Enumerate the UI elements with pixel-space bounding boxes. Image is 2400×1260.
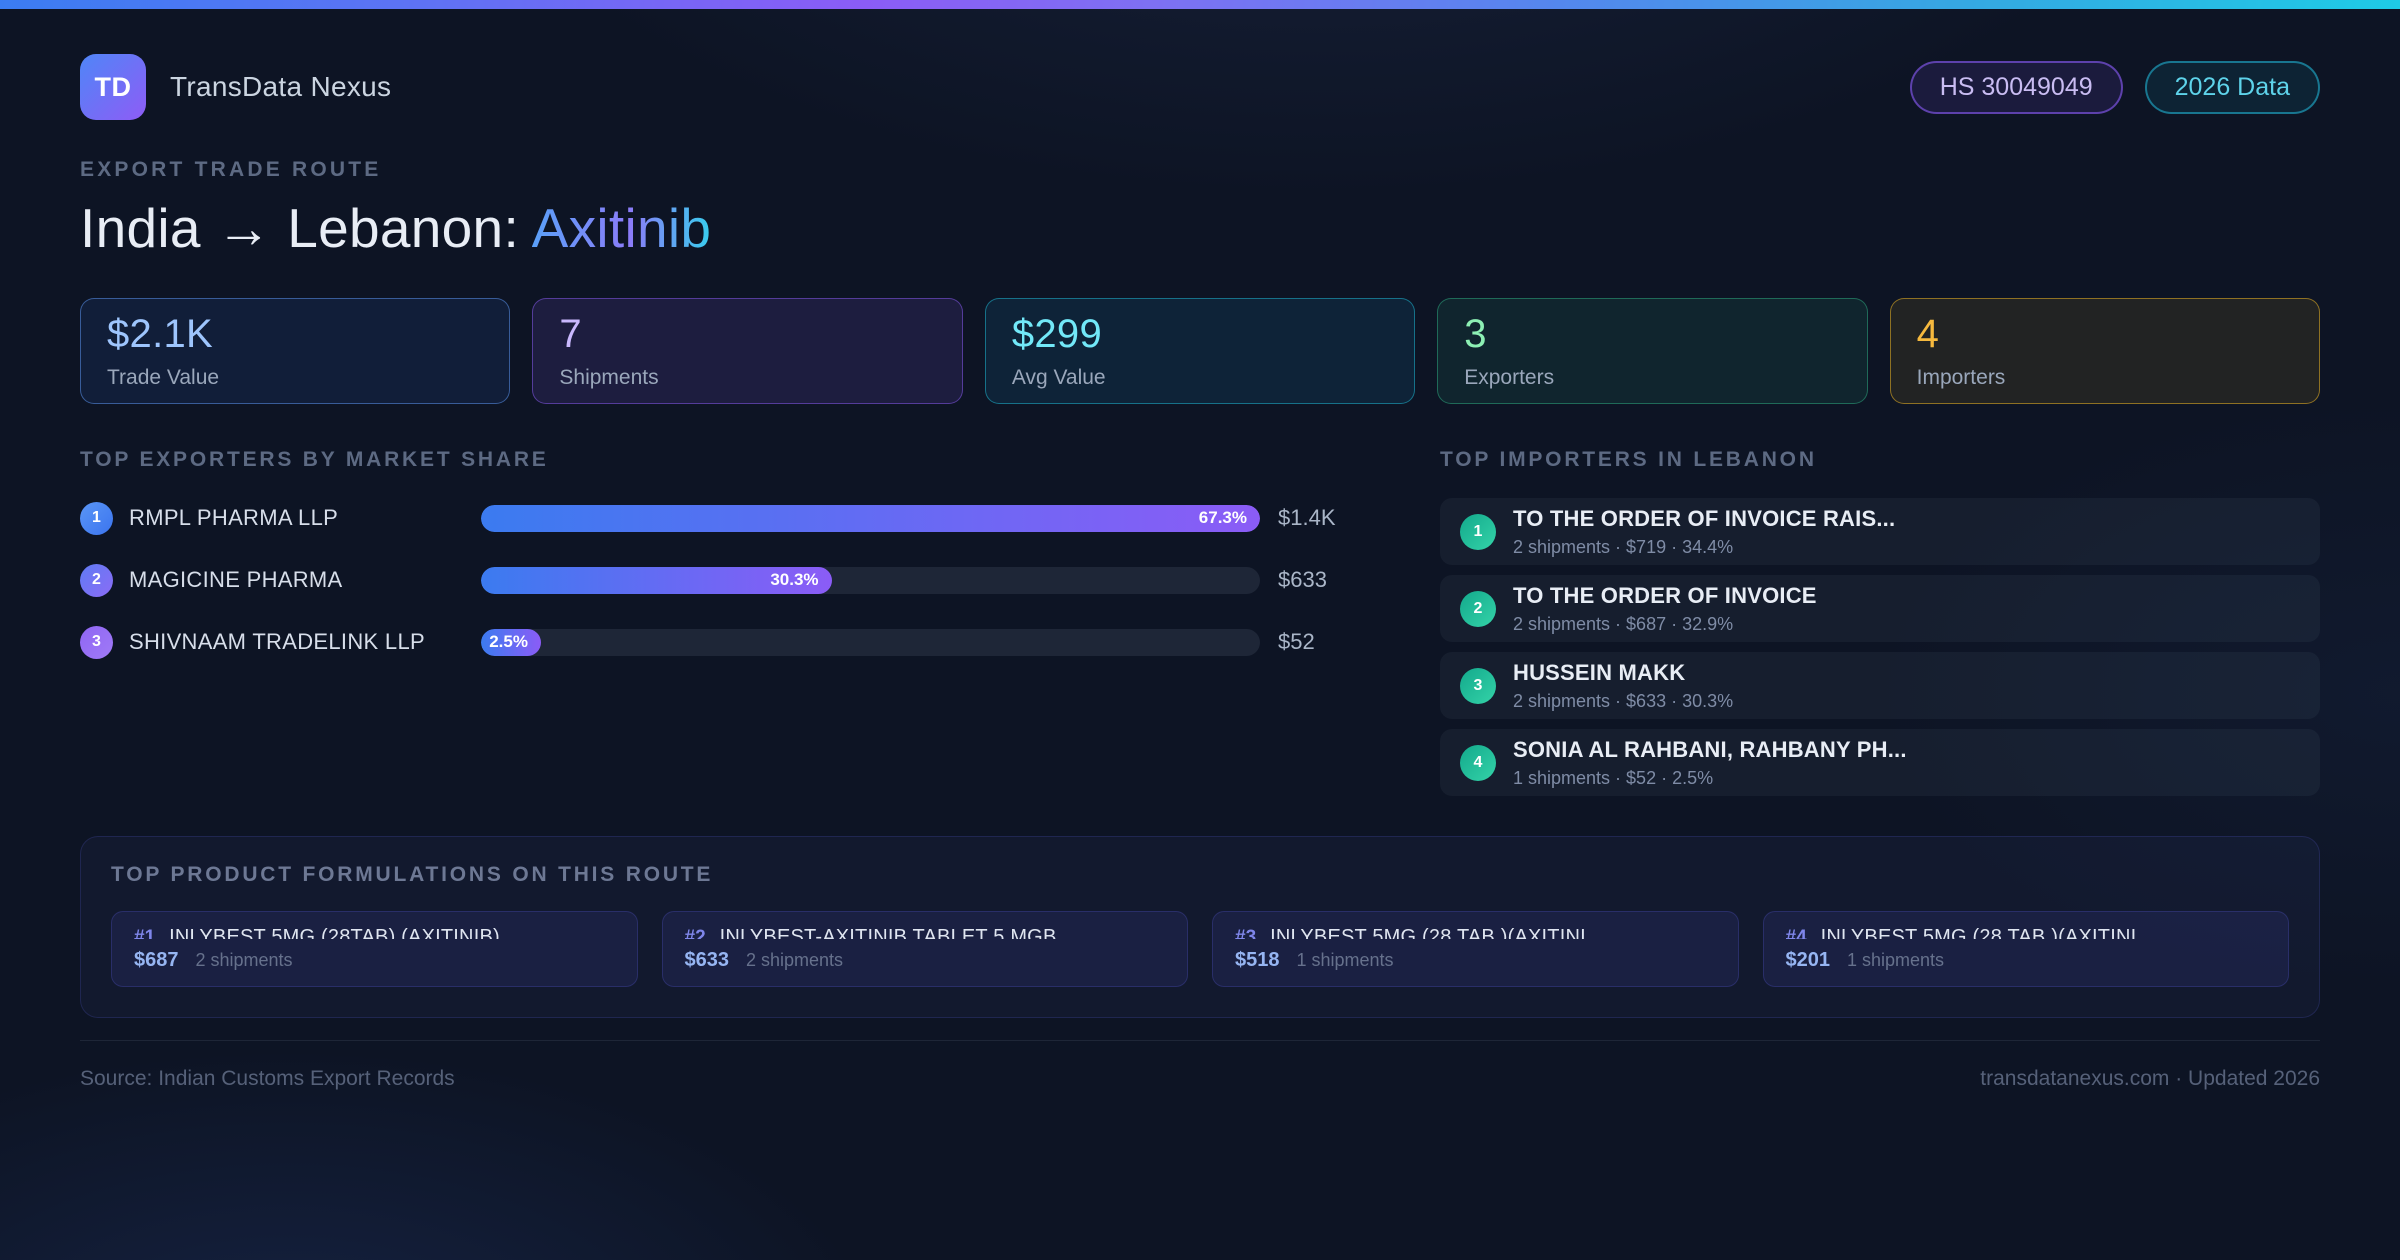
importer-item[interactable]: 3 HUSSEIN MAKK 2 shipments · $633 · 30.3… xyxy=(1440,652,2320,719)
importer-name: TO THE ORDER OF INVOICE xyxy=(1513,582,1817,608)
product-shipments: 1 shipments xyxy=(1847,950,1945,970)
year-badge[interactable]: 2026 Data xyxy=(2144,60,2320,114)
rank-badge: 4 xyxy=(1460,744,1496,781)
market-share-bar-track: 30.3% xyxy=(481,566,1260,594)
product-card[interactable]: #2 INLYBEST-AXITINIB TABLET 5 MGB... $63… xyxy=(661,911,1188,987)
importers-list: 1 TO THE ORDER OF INVOICE RAIS... 2 ship… xyxy=(1440,498,2320,796)
importer-item[interactable]: 1 TO THE ORDER OF INVOICE RAIS... 2 ship… xyxy=(1440,498,2320,565)
product-card[interactable]: #3 INLYBEST 5MG (28 TAB )(AXITINI... $51… xyxy=(1212,911,1739,987)
stat-card-importers: 4 Importers xyxy=(1889,298,2321,404)
rank-badge: 3 xyxy=(1460,667,1496,704)
hs-code-badge[interactable]: HS 30049049 xyxy=(1909,60,2123,114)
stat-value: 4 xyxy=(1916,312,1940,356)
stat-card-trade-value: $2.1K Trade Value xyxy=(80,298,511,404)
app-title: TransData Nexus xyxy=(170,71,392,102)
importer-item[interactable]: 2 TO THE ORDER OF INVOICE 2 shipments · … xyxy=(1440,575,2320,642)
stat-card-exporters: 3 Exporters xyxy=(1437,298,1868,404)
rank-badge: 1 xyxy=(80,501,113,535)
rank-badge: 2 xyxy=(80,563,113,597)
market-share-percent: 30.3% xyxy=(770,570,819,589)
exporter-name: MAGICINE PHARMA xyxy=(129,567,343,592)
market-share-bar-fill: 67.3% xyxy=(481,504,1260,532)
products-heading: TOP PRODUCT FORMULATIONS ON THIS ROUTE xyxy=(111,863,714,886)
exporter-value: $633 xyxy=(1278,567,1327,592)
top-accent-bar xyxy=(0,0,2400,9)
product-name: INLYBEST 5MG (28 TAB )(AXITINI... xyxy=(1270,926,1604,939)
rank-badge: 2 xyxy=(1460,590,1496,627)
importer-meta: 2 shipments · $633 · 30.3% xyxy=(1513,690,1734,711)
stat-value: $299 xyxy=(1011,312,1102,356)
page-title: India → Lebanon: Axitinib xyxy=(80,196,2320,260)
importer-meta: 1 shipments · $52 · 2.5% xyxy=(1513,767,1714,788)
page-title-route: India → Lebanon: xyxy=(80,197,520,259)
product-value: $518 xyxy=(1235,949,1280,971)
brand[interactable]: TD TransData Nexus xyxy=(80,54,391,120)
product-rank: #3 xyxy=(1235,927,1257,939)
stat-label: Shipments xyxy=(559,366,659,389)
product-shipments: 1 shipments xyxy=(1296,950,1394,970)
stats-row: $2.1K Trade Value 7 Shipments $299 Avg V… xyxy=(80,298,2321,404)
importer-name: HUSSEIN MAKK xyxy=(1513,659,1686,685)
stat-card-shipments: 7 Shipments xyxy=(532,298,963,404)
exporters-section: TOP EXPORTERS BY MARKET SHARE 1 RMPL PHA… xyxy=(80,448,1350,796)
product-card[interactable]: #4 INLYBEST 5MG (28 TAB )(AXITINI... $20… xyxy=(1762,911,2289,987)
page: TD TransData Nexus HS 30049049 2026 Data… xyxy=(0,54,2400,1091)
market-share-bar-track: 2.5% xyxy=(481,628,1260,656)
stat-value: 3 xyxy=(1464,312,1487,356)
footer-source: Source: Indian Customs Export Records xyxy=(80,1067,455,1090)
market-share-bar-fill: 2.5% xyxy=(481,628,541,656)
stat-value: $2.1K xyxy=(107,312,214,356)
importer-meta: 2 shipments · $687 · 32.9% xyxy=(1513,613,1734,634)
stat-label: Exporters xyxy=(1464,366,1555,389)
market-share-bar-fill: 30.3% xyxy=(481,566,832,594)
market-share-bar-track: 67.3% xyxy=(481,504,1260,532)
footer-site-link[interactable]: transdatanexus.com · Updated 2026 xyxy=(1980,1067,2320,1091)
products-list: #1 INLYBEST 5MG (28TAB) (AXITINIB) $687 … xyxy=(111,911,2289,987)
page-title-product: Axitinib xyxy=(531,197,712,259)
rank-badge: 1 xyxy=(1460,513,1496,550)
importer-name: SONIA AL RAHBANI, RAHBANY PH... xyxy=(1513,736,1907,762)
product-name: INLYBEST 5MG (28TAB) (AXITINIB) xyxy=(169,926,500,939)
product-name: INLYBEST-AXITINIB TABLET 5 MGB... xyxy=(719,926,1074,939)
market-share-percent: 2.5% xyxy=(489,632,528,651)
product-rank: #2 xyxy=(684,927,706,939)
importer-item[interactable]: 4 SONIA AL RAHBANI, RAHBANY PH... 1 ship… xyxy=(1440,729,2320,796)
importer-name: TO THE ORDER OF INVOICE RAIS... xyxy=(1513,505,1896,531)
exporters-heading: TOP EXPORTERS BY MARKET SHARE xyxy=(80,448,549,471)
eyebrow-label: EXPORT TRADE ROUTE xyxy=(80,158,382,181)
footer: Source: Indian Customs Export Records tr… xyxy=(80,1040,2320,1091)
stat-value: 7 xyxy=(559,312,582,356)
product-value: $687 xyxy=(134,949,179,971)
exporter-name: SHIVNAAM TRADELINK LLP xyxy=(129,629,425,654)
market-share-percent: 67.3% xyxy=(1198,508,1247,527)
product-rank: #1 xyxy=(134,927,156,939)
products-panel: TOP PRODUCT FORMULATIONS ON THIS ROUTE #… xyxy=(80,836,2320,1018)
product-value: $201 xyxy=(1785,949,1831,971)
exporter-value: $1.4K xyxy=(1278,505,1336,530)
importers-section: TOP IMPORTERS IN LEBANON 1 TO THE ORDER … xyxy=(1440,448,2320,796)
product-rank: #4 xyxy=(1785,927,1807,939)
importer-meta: 2 shipments · $719 · 34.4% xyxy=(1513,536,1734,557)
stat-card-avg-value: $299 Avg Value xyxy=(984,298,1416,404)
product-card[interactable]: #1 INLYBEST 5MG (28TAB) (AXITINIB) $687 … xyxy=(111,911,638,987)
importers-heading: TOP IMPORTERS IN LEBANON xyxy=(1440,448,1817,471)
columns: TOP EXPORTERS BY MARKET SHARE 1 RMPL PHA… xyxy=(80,448,2320,796)
exporters-list: 1 RMPL PHARMA LLP 67.3% $1.4K 2 MAGICINE… xyxy=(80,498,1350,662)
header: TD TransData Nexus HS 30049049 2026 Data xyxy=(80,54,2320,120)
exporter-row[interactable]: 3 SHIVNAAM TRADELINK LLP 2.5% $52 xyxy=(80,622,1350,662)
product-shipments: 2 shipments xyxy=(746,950,844,970)
stat-label: Trade Value xyxy=(107,366,220,389)
product-shipments: 2 shipments xyxy=(195,950,293,970)
stat-label: Avg Value xyxy=(1011,366,1106,389)
product-value: $633 xyxy=(684,949,730,971)
app-logo: TD xyxy=(80,54,146,120)
header-badges: HS 30049049 2026 Data xyxy=(1909,60,2320,114)
product-name: INLYBEST 5MG (28 TAB )(AXITINI... xyxy=(1820,926,2154,939)
exporter-row[interactable]: 2 MAGICINE PHARMA 30.3% $633 xyxy=(80,560,1350,600)
exporter-name: RMPL PHARMA LLP xyxy=(129,505,339,530)
exporter-value: $52 xyxy=(1278,629,1315,654)
stat-label: Importers xyxy=(1916,366,2006,389)
exporter-row[interactable]: 1 RMPL PHARMA LLP 67.3% $1.4K xyxy=(80,498,1350,538)
rank-badge: 3 xyxy=(80,625,113,659)
